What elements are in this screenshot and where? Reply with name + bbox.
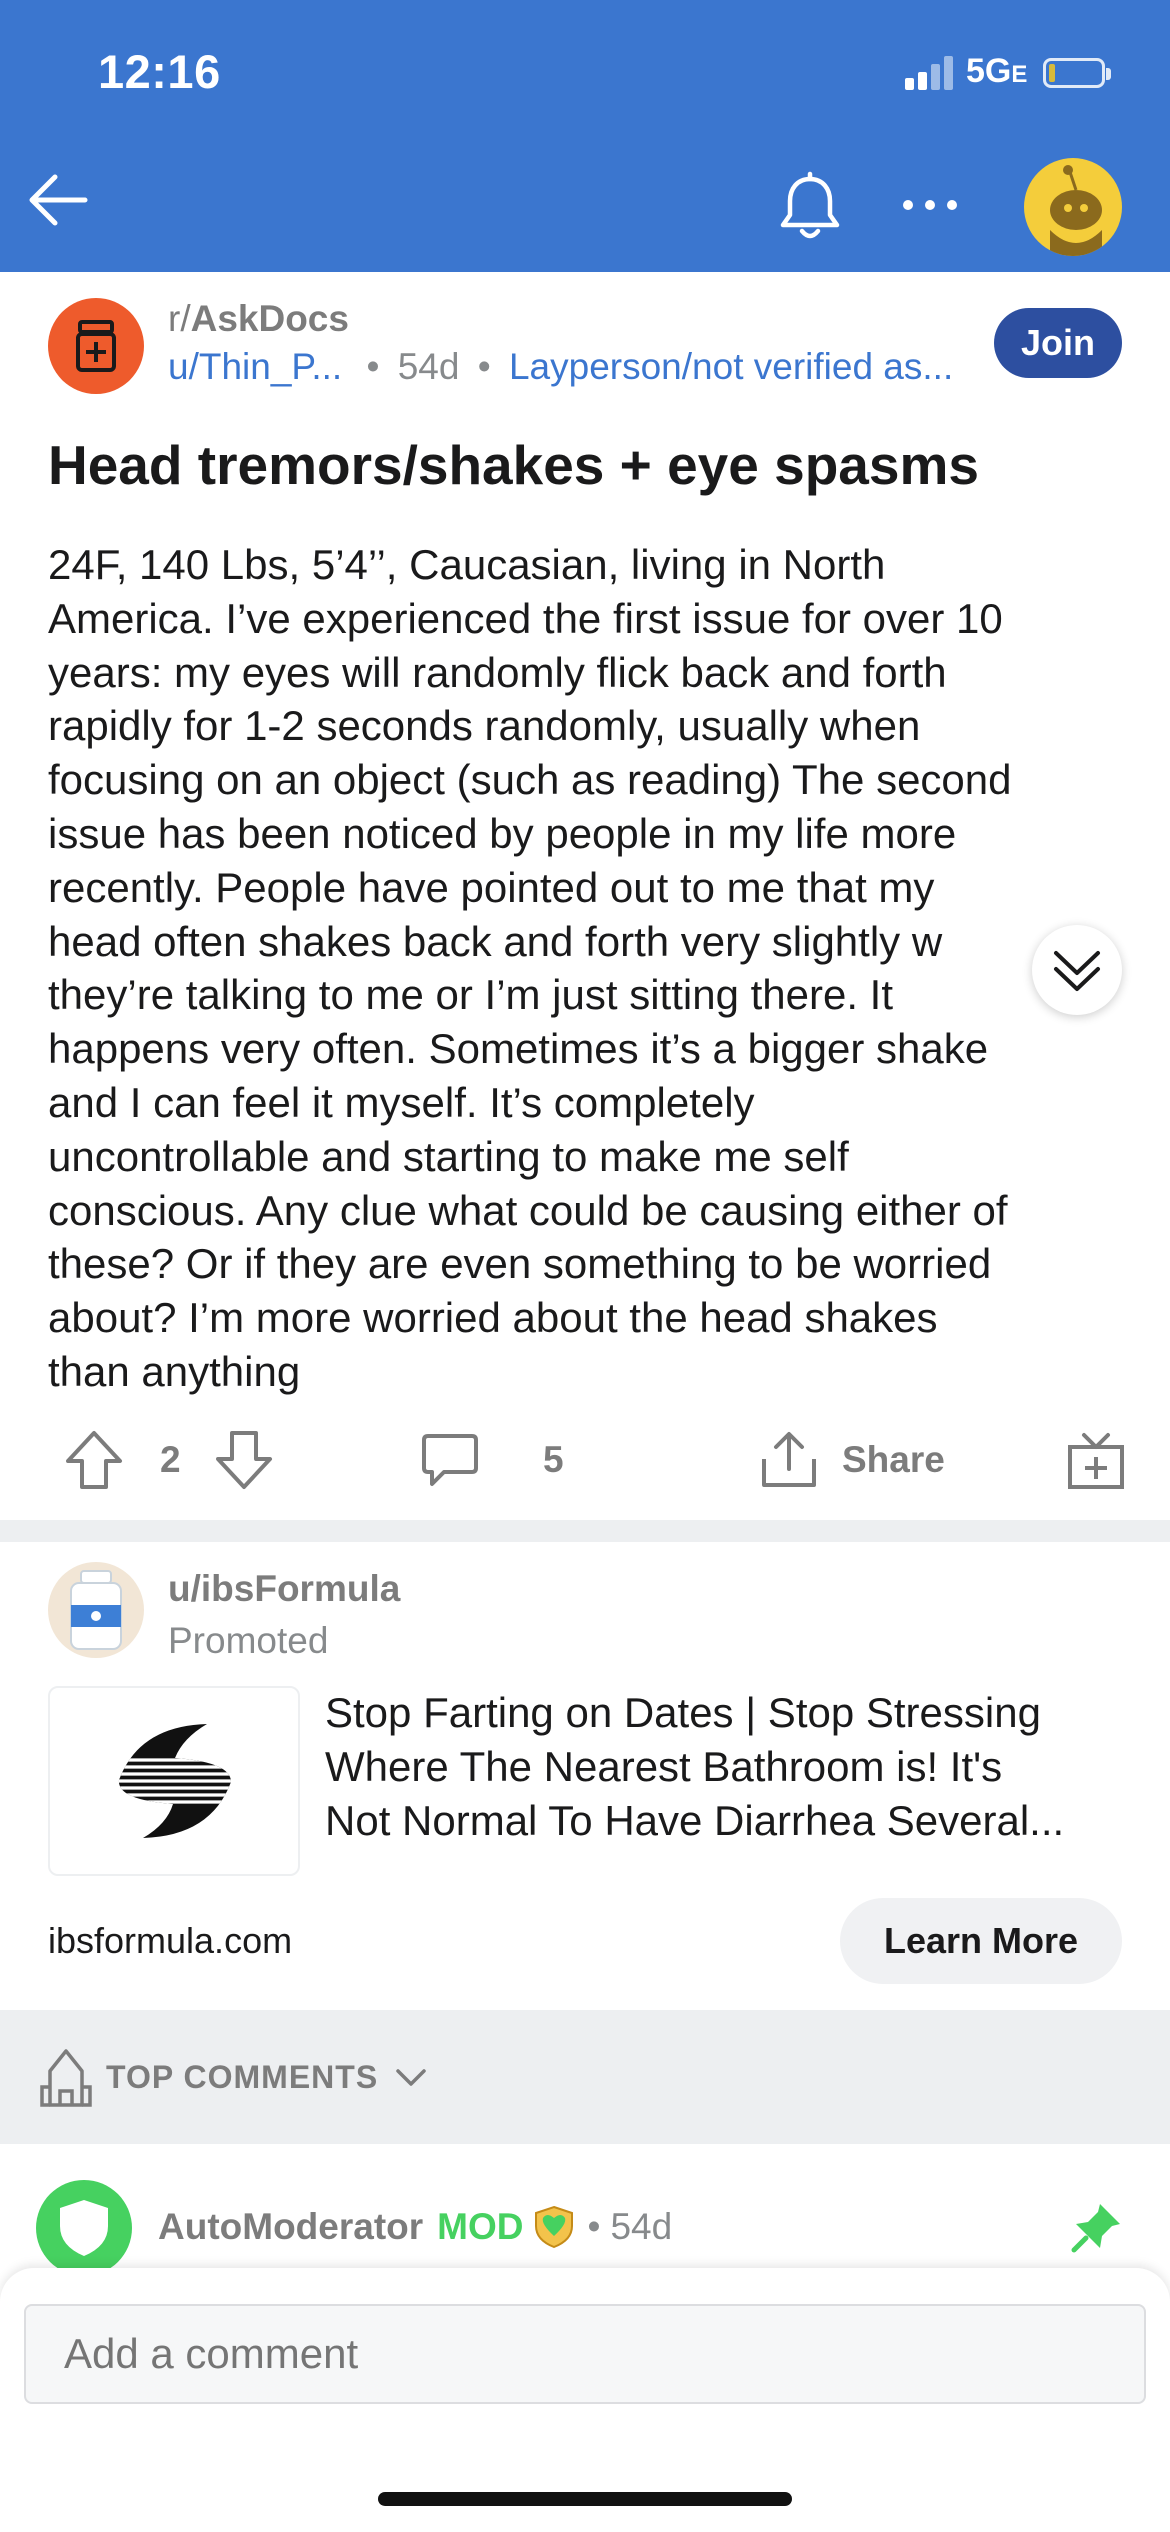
join-button[interactable]: Join (994, 308, 1122, 378)
post-body: 24F, 140 Lbs, 5’4’’, Caucasian, living i… (48, 541, 1012, 1395)
mod-award-icon (535, 2205, 574, 2249)
status-time: 12:16 (98, 45, 221, 98)
user-flair: Layperson/not verified as... (508, 346, 954, 387)
share-upload-icon (762, 1432, 816, 1487)
battery-icon (1043, 58, 1111, 88)
supplement-bottle-icon (70, 1570, 122, 1650)
jump-to-comments-button[interactable] (1032, 925, 1122, 1015)
ad-thumbnail[interactable] (48, 1686, 300, 1876)
comment-count: 5 (543, 1439, 564, 1480)
comment-bubble-icon (422, 1434, 478, 1486)
home-indicator (378, 2492, 792, 2506)
comment-age: 54d (610, 2206, 673, 2247)
post-author[interactable]: u/Thin_P... (168, 346, 342, 387)
promoted-label: Promoted (168, 1620, 329, 1661)
network-indicator: 5GE (966, 52, 1028, 90)
comments-sort-bar: TOP COMMENTS (0, 2010, 1170, 2144)
arrow-left-icon (29, 174, 88, 226)
share-label: Share (842, 1439, 945, 1480)
sort-label: TOP COMMENTS (106, 2058, 379, 2095)
app-header: 12:16 5GE (0, 0, 1170, 272)
upvote-arrow-icon (66, 1431, 122, 1489)
chevron-down-icon (396, 2069, 426, 2086)
snoo-avatar-icon (1050, 165, 1102, 256)
post-meta: u/Thin_P... • 54d • Layperson/not verifi… (168, 346, 954, 387)
notifications-button[interactable] (770, 168, 850, 248)
mod-badge: MOD (437, 2206, 524, 2247)
share-button[interactable]: Share (758, 1420, 945, 1500)
post-actions-bar: 2 5 Share (0, 1420, 1170, 1500)
vote-count: 2 (160, 1439, 181, 1480)
learn-more-button[interactable]: Learn More (840, 1898, 1122, 1984)
rocket-sort-icon (40, 2049, 92, 2107)
comments-button[interactable] (420, 1420, 480, 1500)
advertiser-avatar[interactable] (48, 1562, 144, 1658)
shield-icon (60, 2200, 108, 2256)
more-options-button[interactable] (890, 175, 970, 235)
downvote-button[interactable] (214, 1420, 274, 1500)
user-avatar-button[interactable] (1024, 158, 1122, 256)
pill-bottle-icon (76, 320, 116, 372)
more-horizontal-icon (903, 200, 913, 210)
post-age: 54d (397, 346, 460, 387)
cellular-signal-icon (905, 52, 955, 90)
subreddit-icon[interactable] (48, 298, 144, 394)
bell-icon (780, 171, 840, 239)
comment-author[interactable]: AutoModerator (158, 2206, 423, 2248)
award-button[interactable] (1066, 1420, 1126, 1500)
comment-sort-button[interactable]: TOP COMMENTS (40, 2046, 428, 2108)
post-title: Head tremors/shakes + eye spasms (48, 434, 979, 496)
double-chevron-down-icon (1054, 951, 1100, 991)
gift-award-icon (1068, 1433, 1124, 1489)
automoderator-avatar[interactable] (36, 2180, 132, 2276)
ad-domain[interactable]: ibsformula.com (48, 1920, 292, 1962)
downvote-arrow-icon (216, 1431, 272, 1489)
pin-icon (1071, 2204, 1120, 2253)
brand-logo-icon (118, 1724, 232, 1838)
back-button[interactable] (18, 160, 98, 240)
add-comment-input[interactable] (24, 2304, 1146, 2404)
upvote-button[interactable] (64, 1420, 124, 1500)
section-divider (0, 1520, 1170, 1542)
comment-author-line: AutoModerator MOD • 54d (158, 2204, 672, 2250)
subreddit-name[interactable]: r/AskDocs (168, 298, 349, 340)
ad-headline[interactable]: Stop Farting on Dates | Stop Stressing W… (325, 1686, 1125, 1848)
advertiser-name[interactable]: u/ibsFormula (168, 1568, 400, 1610)
